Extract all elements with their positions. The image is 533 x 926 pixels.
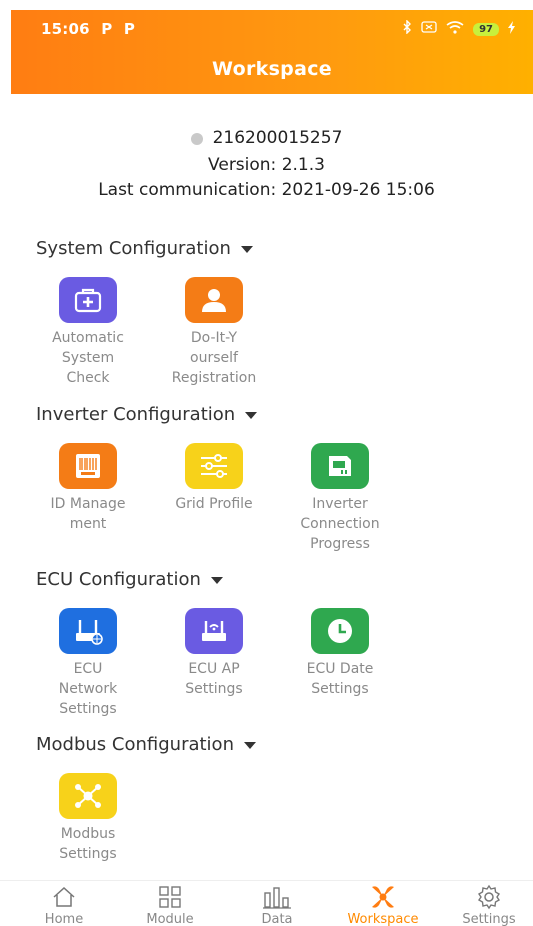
tab-workspace[interactable]: Workspace bbox=[343, 883, 423, 926]
inverter-icon bbox=[311, 443, 369, 489]
clock-icon bbox=[311, 608, 369, 654]
tab-label: Settings bbox=[462, 912, 516, 926]
tab-home[interactable]: Home bbox=[24, 883, 104, 926]
tab-label: Home bbox=[44, 912, 84, 926]
network-nodes-icon bbox=[59, 773, 117, 819]
medical-kit-icon bbox=[59, 277, 117, 323]
status-bar-right: 97 bbox=[402, 19, 515, 38]
item-label: Modbus Settings bbox=[59, 826, 117, 862]
modbus-settings-button[interactable]: Modbus Settings bbox=[33, 773, 143, 864]
item-label: Inverter Connection Progress bbox=[300, 496, 380, 552]
tab-settings[interactable]: Settings bbox=[449, 883, 529, 926]
home-icon bbox=[24, 883, 104, 911]
section-title: Modbus Configuration bbox=[36, 734, 234, 755]
ecu-network-settings-button[interactable]: ECU Network Settings bbox=[33, 608, 143, 719]
tab-label: Module bbox=[146, 912, 194, 926]
ecu-ap-settings-button[interactable]: ECU AP Settings bbox=[159, 608, 269, 699]
grid-icon bbox=[130, 883, 210, 911]
bluetooth-icon bbox=[402, 19, 412, 38]
status-time: 15:06 bbox=[41, 20, 90, 38]
page-title: Workspace bbox=[212, 58, 332, 80]
automatic-system-check-button[interactable]: Automatic System Check bbox=[33, 277, 143, 388]
caret-down-icon bbox=[210, 577, 223, 584]
section-modbus-configuration[interactable]: Modbus Configuration bbox=[36, 734, 256, 755]
connection-status-dot bbox=[190, 132, 203, 145]
section-title: Inverter Configuration bbox=[36, 404, 236, 425]
section-ecu-configuration[interactable]: ECU Configuration bbox=[36, 569, 223, 590]
item-label: ECU Date Settings bbox=[306, 661, 374, 697]
section-title: System Configuration bbox=[36, 238, 231, 259]
barcode-icon bbox=[59, 443, 117, 489]
user-icon bbox=[185, 277, 243, 323]
workspace-icon bbox=[343, 883, 423, 911]
section-title: ECU Configuration bbox=[36, 569, 201, 590]
diy-registration-button[interactable]: Do-It-Y ourself Registration bbox=[159, 277, 269, 388]
item-label: ECU Network Settings bbox=[58, 661, 118, 717]
inverter-connection-progress-button[interactable]: Inverter Connection Progress bbox=[285, 443, 395, 554]
ecu-date-settings-button[interactable]: ECU Date Settings bbox=[285, 608, 395, 699]
charging-icon bbox=[508, 20, 515, 38]
caret-down-icon bbox=[240, 246, 253, 253]
sliders-icon bbox=[185, 443, 243, 489]
bar-chart-icon bbox=[237, 883, 317, 911]
tab-data[interactable]: Data bbox=[237, 883, 317, 926]
battery-indicator: 97 bbox=[473, 22, 499, 36]
id-management-button[interactable]: ID Manage ment bbox=[33, 443, 143, 534]
ecu-ap-icon bbox=[185, 608, 243, 654]
item-label: Grid Profile bbox=[175, 496, 253, 512]
sim-icon bbox=[421, 21, 437, 37]
app-header: 15:06 P P 97 Workspace bbox=[11, 10, 533, 94]
device-info: 216200015257 Version: 2.1.3 Last communi… bbox=[0, 126, 533, 203]
status-bar-left: 15:06 P P bbox=[41, 20, 135, 38]
notification-p-icon: P bbox=[101, 20, 113, 38]
gear-icon bbox=[449, 883, 529, 911]
caret-down-icon bbox=[245, 412, 258, 419]
item-label: ID Manage ment bbox=[50, 496, 126, 532]
tab-module[interactable]: Module bbox=[130, 883, 210, 926]
caret-down-icon bbox=[243, 742, 256, 749]
last-communication: Last communication: 2021-09-26 15:06 bbox=[98, 179, 435, 200]
wifi-icon bbox=[446, 20, 464, 38]
tab-label: Workspace bbox=[347, 912, 419, 926]
item-label: ECU AP Settings bbox=[185, 661, 243, 697]
bottom-tab-bar: Home Module Data Workspace Settings bbox=[0, 880, 533, 926]
device-serial: 216200015257 bbox=[212, 128, 343, 148]
grid-profile-button[interactable]: Grid Profile bbox=[159, 443, 269, 514]
section-inverter-configuration[interactable]: Inverter Configuration bbox=[36, 404, 258, 425]
ecu-network-icon bbox=[59, 608, 117, 654]
notification-p-icon: P bbox=[123, 20, 136, 38]
tab-label: Data bbox=[261, 912, 293, 926]
device-version: Version: 2.1.3 bbox=[208, 154, 325, 175]
section-system-configuration[interactable]: System Configuration bbox=[36, 238, 253, 259]
item-label: Automatic System Check bbox=[52, 330, 124, 386]
item-label: Do-It-Y ourself Registration bbox=[171, 330, 257, 386]
